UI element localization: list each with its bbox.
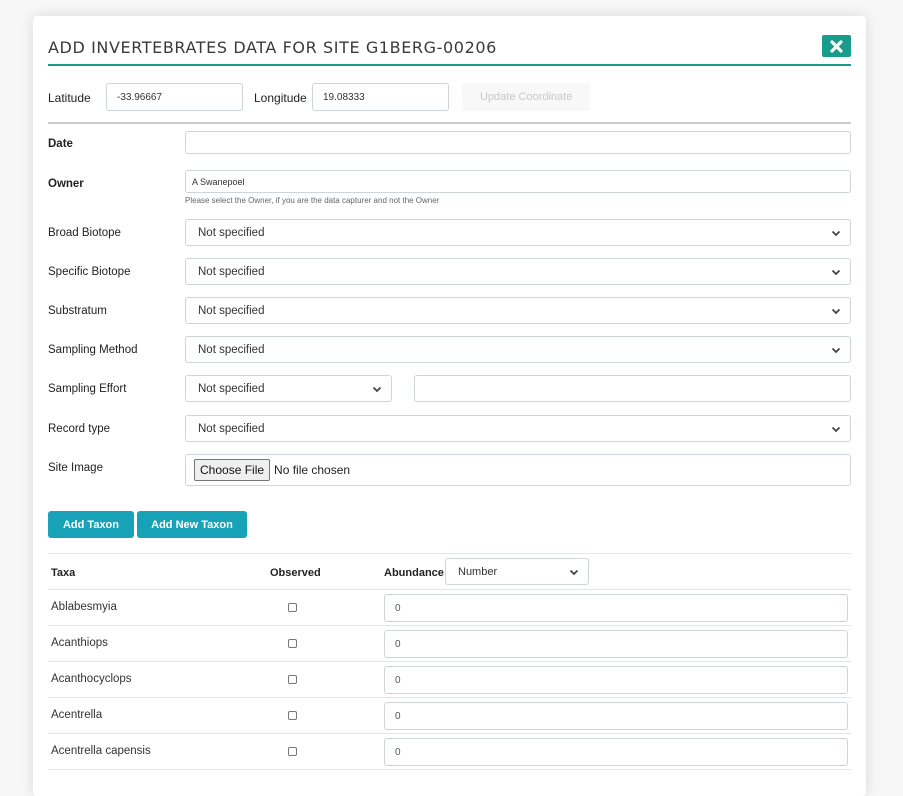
taxon-name: Acanthiops bbox=[51, 637, 108, 649]
longitude-label: Longitude bbox=[254, 91, 307, 105]
sampling-effort-amount-input[interactable] bbox=[414, 375, 851, 402]
specific-biotope-value: Not specified bbox=[198, 265, 265, 278]
taxon-name: Acanthocyclops bbox=[51, 673, 132, 685]
file-status: No file chosen bbox=[274, 463, 351, 477]
taxon-name: Ablabesmyia bbox=[51, 601, 117, 613]
sampling-effort-value: Not specified bbox=[198, 382, 265, 395]
record-type-label: Record type bbox=[48, 423, 111, 435]
substratum-label: Substratum bbox=[48, 305, 107, 317]
observed-column-header: Observed bbox=[270, 567, 321, 579]
observed-checkbox[interactable] bbox=[288, 603, 297, 612]
add-taxon-button[interactable]: Add Taxon bbox=[48, 511, 134, 538]
abundance-input[interactable] bbox=[384, 630, 848, 658]
add-invertebrates-modal: ADD INVERTEBRATES DATA FOR SITE G1BERG-0… bbox=[33, 16, 866, 796]
date-label: Date bbox=[48, 138, 73, 150]
record-type-value: Not specified bbox=[198, 422, 265, 435]
taxon-name: Acentrella bbox=[51, 709, 103, 721]
abundance-input[interactable] bbox=[384, 738, 848, 766]
modal-title: ADD INVERTEBRATES DATA FOR SITE G1BERG-0… bbox=[48, 38, 497, 57]
coordinate-row: Latitude Longitude Update Coordinate bbox=[48, 83, 851, 123]
abundance-column-header: Abundance bbox=[384, 567, 444, 579]
chevron-down-icon bbox=[569, 569, 579, 575]
table-row: Acanthiops bbox=[48, 626, 851, 662]
broad-biotope-label: Broad Biotope bbox=[48, 227, 121, 239]
sampling-effort-select[interactable]: Not specified bbox=[185, 375, 392, 402]
latitude-label: Latitude bbox=[48, 91, 91, 105]
table-row: Acentrella bbox=[48, 698, 851, 734]
abundance-type-select[interactable]: Number bbox=[445, 558, 589, 585]
chevron-down-icon bbox=[831, 347, 841, 353]
table-row: Acentrella capensis bbox=[48, 734, 851, 770]
modal-header: ADD INVERTEBRATES DATA FOR SITE G1BERG-0… bbox=[48, 16, 851, 66]
taxa-table: Taxa Observed Abundance Number Ablabesmy… bbox=[48, 553, 851, 770]
longitude-input[interactable] bbox=[312, 83, 449, 111]
substratum-value: Not specified bbox=[198, 304, 265, 317]
choose-file-button[interactable]: Choose File bbox=[194, 459, 271, 481]
owner-input[interactable] bbox=[185, 170, 851, 193]
broad-biotope-select[interactable]: Not specified bbox=[185, 219, 851, 246]
chevron-down-icon bbox=[372, 386, 382, 392]
close-button[interactable] bbox=[822, 35, 851, 57]
observed-checkbox[interactable] bbox=[288, 639, 297, 648]
section-divider bbox=[48, 122, 851, 124]
date-input[interactable] bbox=[185, 131, 851, 154]
add-new-taxon-button[interactable]: Add New Taxon bbox=[137, 511, 247, 538]
chevron-down-icon bbox=[831, 269, 841, 275]
site-image-file-input[interactable]: Choose File No file chosen bbox=[185, 454, 851, 486]
observed-checkbox[interactable] bbox=[288, 711, 297, 720]
table-header: Taxa Observed Abundance Number bbox=[48, 553, 851, 590]
record-type-select[interactable]: Not specified bbox=[185, 415, 851, 442]
owner-label: Owner bbox=[48, 178, 84, 190]
abundance-type-value: Number bbox=[458, 565, 498, 578]
owner-help-text: Please select the Owner, if you are the … bbox=[185, 196, 440, 205]
chevron-down-icon bbox=[831, 426, 841, 432]
sampling-method-select[interactable]: Not specified bbox=[185, 336, 851, 363]
observed-checkbox[interactable] bbox=[288, 747, 297, 756]
specific-biotope-label: Specific Biotope bbox=[48, 266, 131, 278]
abundance-input[interactable] bbox=[384, 666, 848, 694]
taxon-name: Acentrella capensis bbox=[51, 745, 151, 757]
substratum-select[interactable]: Not specified bbox=[185, 297, 851, 324]
sampling-effort-label: Sampling Effort bbox=[48, 383, 127, 395]
close-icon bbox=[830, 39, 843, 53]
taxa-column-header: Taxa bbox=[51, 567, 76, 579]
site-image-label: Site Image bbox=[48, 462, 103, 474]
specific-biotope-select[interactable]: Not specified bbox=[185, 258, 851, 285]
broad-biotope-value: Not specified bbox=[198, 226, 265, 239]
sampling-method-value: Not specified bbox=[198, 343, 265, 356]
abundance-input[interactable] bbox=[384, 594, 848, 622]
observed-checkbox[interactable] bbox=[288, 675, 297, 684]
chevron-down-icon bbox=[831, 308, 841, 314]
update-coordinate-button[interactable]: Update Coordinate bbox=[462, 83, 591, 111]
sampling-method-label: Sampling Method bbox=[48, 344, 138, 356]
table-row: Ablabesmyia bbox=[48, 590, 851, 626]
abundance-input[interactable] bbox=[384, 702, 848, 730]
table-row: Acanthocyclops bbox=[48, 662, 851, 698]
chevron-down-icon bbox=[831, 230, 841, 236]
latitude-input[interactable] bbox=[106, 83, 243, 111]
